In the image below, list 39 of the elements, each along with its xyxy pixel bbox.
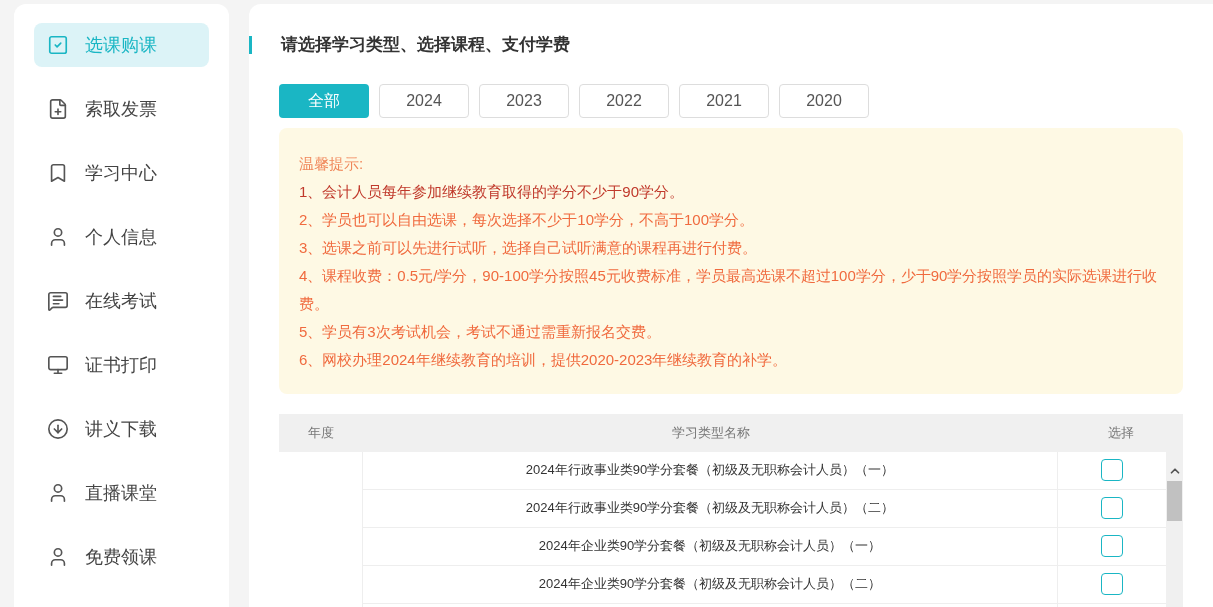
page-title: 请选择学习类型、选择课程、支付学费 bbox=[281, 34, 570, 56]
year-tab[interactable]: 2020 bbox=[779, 83, 869, 118]
message-icon bbox=[47, 290, 69, 312]
course-name-cell: 2024年行政事业类90学分套餐（初级及无职称会计人员）（一） bbox=[363, 451, 1058, 489]
column-header: 年度 bbox=[307, 423, 335, 442]
checkbox[interactable] bbox=[1101, 573, 1123, 595]
sidebar-item[interactable]: 证书打印 bbox=[34, 343, 209, 387]
year-tab[interactable]: 2023 bbox=[479, 83, 569, 118]
notice-heading: 温馨提示: bbox=[299, 153, 365, 174]
notice-line: 6、网校办理2024年继续教育的培训，提供2020-2023年继续教育的补学。 bbox=[299, 349, 789, 370]
checkbox[interactable] bbox=[1101, 497, 1123, 519]
scrollbar-thumb[interactable] bbox=[1167, 480, 1182, 521]
checkbox[interactable] bbox=[1101, 535, 1123, 557]
notice-line: 1、会计人员每年参加继续教育取得的学分不少于90学分。 bbox=[299, 181, 686, 202]
course-name-cell: 2024年企业类90学分套餐（初级及无职称会计人员）（一） bbox=[363, 527, 1058, 565]
notice-line: 2、学员也可以自由选课，每次选择不少于10学分，不高于100学分。 bbox=[299, 209, 756, 230]
checkbox[interactable] bbox=[1101, 459, 1123, 481]
course-name-cell: 2024年企业类90学分套餐（初级及无职称会计人员）（二） bbox=[363, 565, 1058, 603]
notice-line: 5、学员有3次考试机会，考试不通过需重新报名交费。 bbox=[299, 321, 662, 342]
notice-line: 3、选课之前可以先进行试听，选择自己试听满意的课程再进行付费。 bbox=[299, 237, 759, 258]
sidebar-item[interactable]: 索取发票 bbox=[34, 87, 209, 131]
sidebar-item[interactable]: 个人信息 bbox=[34, 215, 209, 259]
sidebar-item[interactable]: 免费领课 bbox=[34, 535, 209, 579]
sidebar-item[interactable]: 在线考试 bbox=[34, 279, 209, 323]
download-icon bbox=[47, 418, 69, 440]
title-accent-bar bbox=[249, 35, 252, 54]
sidebar-item[interactable]: 学习中心 bbox=[34, 151, 209, 195]
checkbox-icon bbox=[47, 34, 69, 56]
monitor-icon bbox=[47, 354, 69, 376]
year-tab[interactable]: 2024 bbox=[379, 83, 469, 118]
column-header: 选择 bbox=[1106, 423, 1135, 442]
sidebar-item[interactable]: 直播课堂 bbox=[34, 471, 209, 515]
year-tab[interactable]: 2021 bbox=[679, 83, 769, 118]
year-tab[interactable]: 2022 bbox=[579, 83, 669, 118]
column-header: 学习类型名称 bbox=[670, 423, 751, 442]
sidebar-item[interactable]: 讲义下载 bbox=[34, 407, 209, 451]
file-plus-icon bbox=[47, 98, 69, 120]
notice-line: 4、课程收费：0.5元/学分，90-100学分按照45元收费标准，学员最高选课不超过100学分，少于90学分按照学员的实际选课进行收费。 bbox=[299, 265, 1159, 314]
course-name-cell: 2024年行政事业类90学分套餐（初级及无职称会计人员）（二） bbox=[363, 489, 1058, 527]
